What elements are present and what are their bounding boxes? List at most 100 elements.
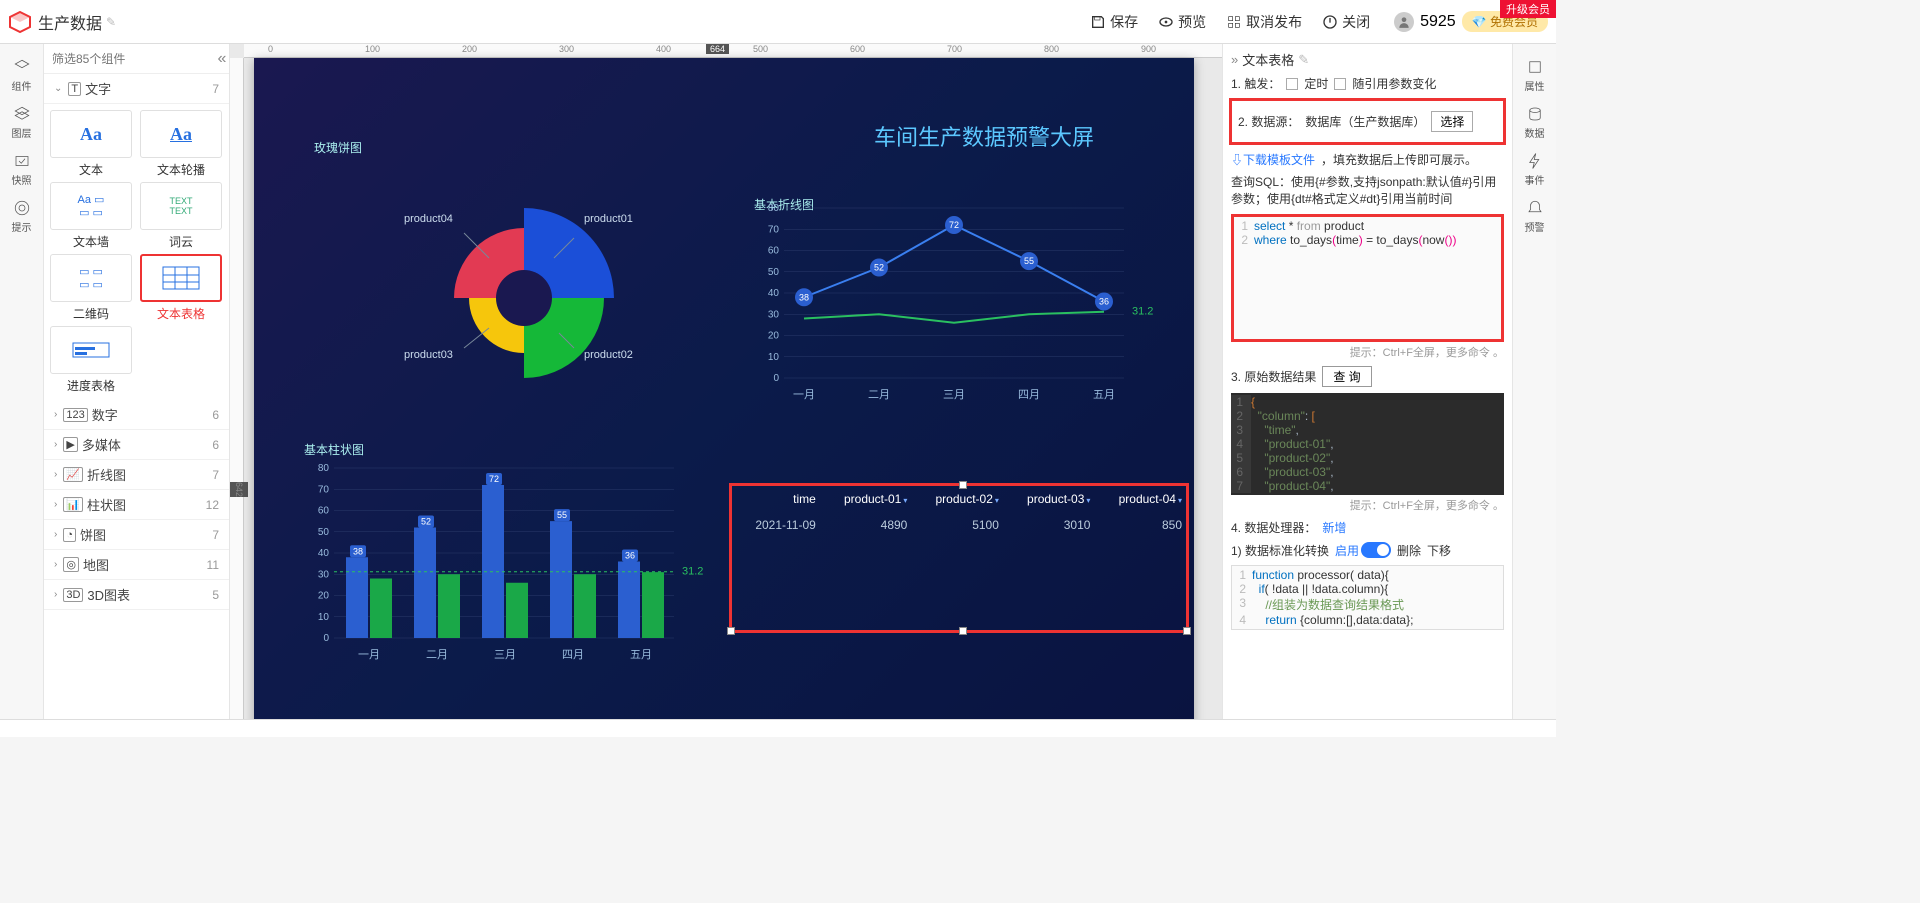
svg-text:product01: product01 — [584, 213, 633, 225]
svg-text:20: 20 — [768, 331, 780, 342]
left-rail: 组件 图层 快照 提示 — [0, 44, 44, 719]
close-button[interactable]: 关闭 — [1322, 12, 1370, 32]
component-thumb[interactable]: 进度表格 — [48, 326, 134, 394]
svg-text:80: 80 — [318, 463, 330, 474]
svg-text:36: 36 — [1099, 297, 1109, 307]
add-processor-link[interactable]: 新增 — [1322, 519, 1346, 536]
normalize-label: 1) 数据标准化转换 — [1231, 542, 1329, 559]
delete-processor-link[interactable]: 删除 — [1397, 542, 1421, 559]
sql-editor[interactable]: 1select * from product 2where to_days(ti… — [1231, 214, 1504, 342]
svg-text:50: 50 — [768, 267, 780, 278]
category-header[interactable]: ›📊柱状图12 — [44, 490, 229, 520]
svg-text:二月: 二月 — [868, 389, 890, 401]
category-header[interactable]: ›123数字6 — [44, 400, 229, 430]
category-header[interactable]: ›◎地图11 — [44, 550, 229, 580]
status-bar — [0, 719, 1556, 737]
edit-title-icon[interactable]: ✎ — [106, 15, 116, 29]
svg-text:38: 38 — [799, 292, 809, 302]
sql-help-text: 查询SQL：使用{#参数,支持jsonpath:默认值#}引用参数；使用{dt#… — [1231, 174, 1504, 208]
component-search-input[interactable] — [44, 52, 215, 66]
resize-handle[interactable] — [1183, 627, 1191, 635]
svg-text:product02: product02 — [584, 349, 633, 361]
svg-text:55: 55 — [557, 510, 567, 520]
category-header[interactable]: ›◔饼图7 — [44, 520, 229, 550]
unpublish-button[interactable]: 取消发布 — [1226, 12, 1302, 32]
svg-text:52: 52 — [421, 517, 431, 527]
collapse-panel-icon[interactable]: « — [215, 50, 229, 68]
svg-text:二月: 二月 — [426, 649, 448, 661]
raw-result-label: 3. 原始数据结果 — [1231, 368, 1316, 385]
component-thumb[interactable]: ▭ ▭▭ ▭二维码 — [48, 254, 134, 322]
bar-chart[interactable]: 0102030405060708038一月52二月72三月55四月36五月31.… — [294, 448, 714, 668]
trigger-label: 1. 触发： — [1231, 75, 1280, 92]
dashboard-canvas[interactable]: 车间生产数据预警大屏 玫瑰饼图 product01 product02 prod… — [254, 58, 1194, 719]
rail-layers[interactable]: 图层 — [2, 99, 42, 146]
rail-hints[interactable]: 提示 — [2, 193, 42, 240]
ruler-v-marker: 642 — [230, 482, 248, 497]
svg-text:10: 10 — [768, 352, 780, 363]
select-datasource-button[interactable]: 选择 — [1431, 111, 1473, 132]
component-thumb[interactable]: Aa文本轮播 — [138, 110, 224, 178]
preview-button[interactable]: 预览 — [1158, 12, 1206, 32]
svg-text:0: 0 — [323, 633, 329, 644]
ruler-h-marker: 664 — [706, 44, 729, 54]
dashboard-title: 车间生产数据预警大屏 — [874, 120, 1094, 152]
processor-code-editor[interactable]: 1function processor( data){ 2 if( !data … — [1231, 565, 1504, 630]
json-result[interactable]: 1{2 "column": [3 "time",4 "product-01",5… — [1231, 393, 1504, 495]
svg-text:五月: 五月 — [1093, 389, 1115, 401]
svg-text:30: 30 — [768, 309, 780, 320]
svg-text:20: 20 — [318, 591, 330, 602]
app-logo-icon — [8, 10, 32, 34]
resize-handle[interactable] — [727, 627, 735, 635]
category-header[interactable]: ›3D3D图表5 — [44, 580, 229, 610]
trigger-param-checkbox[interactable] — [1334, 78, 1346, 90]
rose-chart[interactable]: product01 product02 product03 product04 — [374, 158, 674, 418]
rail-alerts[interactable]: 预警 — [1515, 193, 1555, 240]
component-thumb[interactable]: Aa文本 — [48, 110, 134, 178]
resize-handle[interactable] — [959, 627, 967, 635]
line-chart[interactable]: 01020304050607080一月二月三月四月五月385272553631.… — [744, 188, 1164, 408]
ruler-vertical: 642 — [230, 58, 244, 719]
svg-text:五月: 五月 — [630, 649, 652, 661]
component-thumb[interactable]: Aa ▭▭ ▭文本墙 — [48, 182, 134, 250]
component-panel: « ⌄T文字7 Aa文本Aa文本轮播Aa ▭▭ ▭文本墙TEXTTEXT词云▭ ▭… — [44, 44, 230, 719]
svg-text:三月: 三月 — [494, 649, 516, 661]
svg-text:60: 60 — [768, 246, 780, 257]
svg-text:70: 70 — [318, 484, 330, 495]
source-value: 数据库（生产数据库） — [1305, 113, 1425, 130]
resize-handle[interactable] — [959, 481, 967, 489]
svg-text:四月: 四月 — [562, 649, 584, 661]
rail-data[interactable]: 数据 — [1515, 99, 1555, 146]
svg-text:31.2: 31.2 — [682, 566, 703, 578]
download-template-link[interactable]: ⇩下载模板文件 — [1231, 151, 1315, 168]
svg-text:四月: 四月 — [1018, 389, 1040, 401]
enable-toggle[interactable]: 启用 — [1335, 542, 1391, 559]
user-avatar-icon[interactable] — [1394, 12, 1414, 32]
save-button[interactable]: 保存 — [1090, 12, 1138, 32]
category-header[interactable]: ›▶多媒体6 — [44, 430, 229, 460]
rail-components[interactable]: 组件 — [2, 52, 42, 99]
svg-text:0: 0 — [773, 373, 779, 384]
svg-text:product03: product03 — [404, 349, 453, 361]
upgrade-badge[interactable]: 升级会员 — [1500, 0, 1556, 18]
text-table-widget[interactable]: timeproduct-01▾product-02▾product-03▾pro… — [729, 483, 1189, 633]
rail-attributes[interactable]: 属性 — [1515, 52, 1555, 99]
svg-text:一月: 一月 — [358, 649, 380, 661]
trigger-timed-checkbox[interactable] — [1286, 78, 1298, 90]
category-header[interactable]: ⌄T文字7 — [44, 74, 229, 104]
move-down-link[interactable]: 下移 — [1427, 542, 1451, 559]
rail-snapshot[interactable]: 快照 — [2, 146, 42, 193]
edit-name-icon[interactable]: ✎ — [1298, 52, 1309, 68]
component-thumb[interactable]: TEXTTEXT词云 — [138, 182, 224, 250]
canvas-area[interactable]: 664 0100200300400500600700800900 642 车间生… — [230, 44, 1222, 719]
rail-events[interactable]: 事件 — [1515, 146, 1555, 193]
component-thumb[interactable]: 文本表格 — [138, 254, 224, 322]
editor-hint: 提示：Ctrl+F全屏，更多命令 。 — [1231, 344, 1504, 360]
properties-panel: »文本表格 ✎ 1. 触发： 定时 随引用参数变化 2. 数据源： 数据库（生产… — [1222, 44, 1512, 719]
svg-text:40: 40 — [318, 548, 330, 559]
category-header[interactable]: ›📈折线图7 — [44, 460, 229, 490]
svg-text:50: 50 — [318, 527, 330, 538]
query-button[interactable]: 查 询 — [1322, 366, 1371, 387]
svg-text:product04: product04 — [404, 213, 453, 225]
page-title: 生产数据 — [38, 10, 102, 34]
